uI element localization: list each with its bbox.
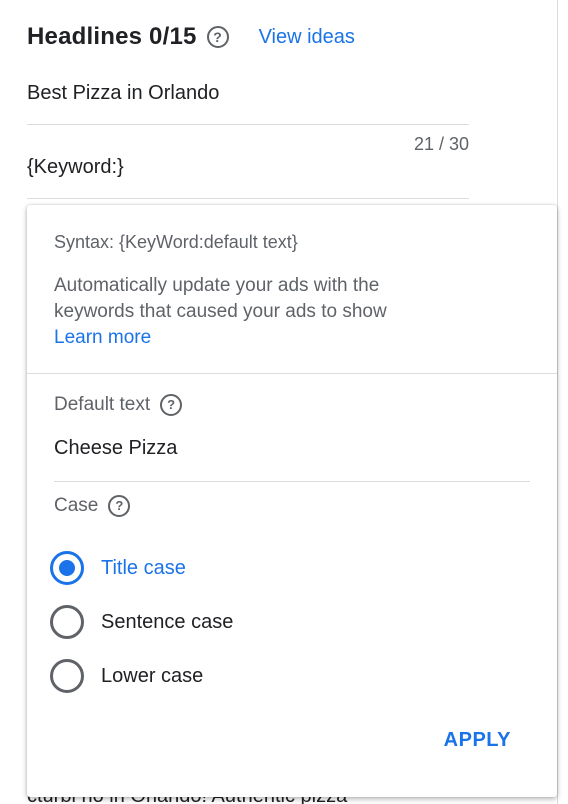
view-ideas-link[interactable]: View ideas [259, 26, 355, 49]
syntax-hint: Syntax: {KeyWord:default text} [54, 232, 298, 252]
headline-1-char-counter: 21 / 30 [413, 134, 469, 154]
panel-right-border [557, 0, 558, 804]
case-label-row: Case ? [54, 495, 131, 517]
headline-input-2-value: {Keyword:} [27, 156, 124, 178]
case-label: Case [54, 495, 99, 516]
keyword-insertion-popup: Syntax: {KeyWord:default text} Automatic… [27, 205, 557, 797]
keyword-insertion-description: Automatically update your ads with the k… [54, 273, 464, 351]
case-option-sentence[interactable]: Sentence case [50, 605, 233, 639]
default-text-label: Default text [54, 394, 151, 415]
case-option-label: Lower case [101, 664, 204, 687]
popup-divider [27, 373, 557, 374]
help-icon[interactable]: ? [206, 26, 229, 48]
headline-input-2[interactable]: {Keyword:} [27, 156, 469, 199]
learn-more-link[interactable]: Learn more [54, 325, 464, 351]
radio-unchecked-icon[interactable] [50, 659, 84, 693]
description-text: Automatically update your ads with the k… [54, 275, 387, 322]
radio-checked-icon[interactable] [50, 551, 84, 585]
help-icon[interactable]: ? [160, 394, 183, 416]
headline-input-1[interactable]: Best Pizza in Orlando [27, 82, 469, 125]
radio-unchecked-icon[interactable] [50, 605, 84, 639]
case-option-label: Sentence case [101, 610, 234, 633]
headlines-title: Headlines 0/15 [27, 23, 197, 50]
case-option-title[interactable]: Title case [50, 551, 186, 585]
default-text-label-row: Default text ? [54, 394, 183, 416]
apply-button[interactable]: APPLY [444, 729, 511, 752]
help-icon[interactable]: ? [108, 495, 131, 517]
default-text-value: Cheese Pizza [54, 437, 178, 459]
case-option-lower[interactable]: Lower case [50, 659, 203, 693]
headline-input-1-value: Best Pizza in Orlando [27, 82, 220, 104]
case-option-label: Title case [101, 556, 186, 579]
default-text-input[interactable]: Cheese Pizza [54, 437, 530, 482]
headlines-header: Headlines 0/15 ? View ideas [27, 20, 355, 54]
